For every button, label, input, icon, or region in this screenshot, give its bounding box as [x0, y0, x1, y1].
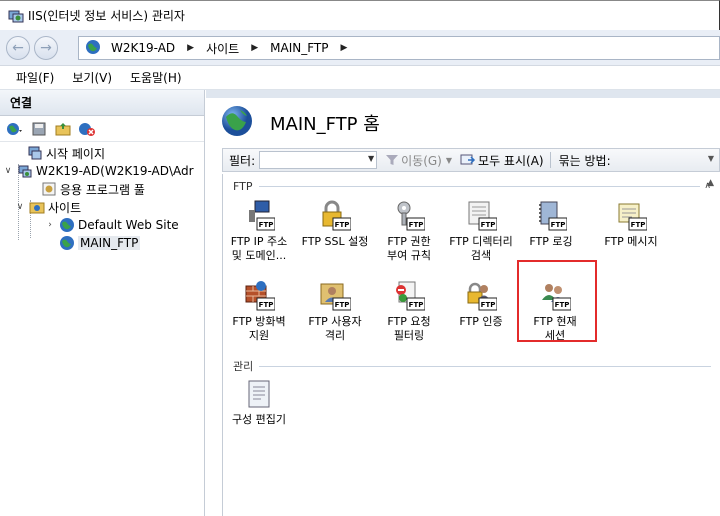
- group-by-label[interactable]: 묶는 방법:: [559, 152, 611, 169]
- connect-button[interactable]: [4, 119, 26, 139]
- ftp-log-icon: FTP: [533, 198, 569, 234]
- svg-text:FTP: FTP: [335, 301, 350, 309]
- features-view: MAIN_FTP 홈 필터: ▼ 이동(G) ▼ 모두 표시(A) 묶는 방법: …: [206, 90, 720, 516]
- breadcrumb[interactable]: W2K19-AD ▶ 사이트 ▶ MAIN_FTP ▶: [78, 36, 720, 60]
- group-header-ftp[interactable]: FTP ∧: [223, 178, 711, 194]
- menu-view[interactable]: 보기(V): [72, 69, 112, 86]
- feature-ftp-user-isolation[interactable]: FTP FTP 사용자 격리: [299, 278, 371, 343]
- save-icon: [32, 122, 46, 135]
- feature-ftp-logging[interactable]: FTP FTP 로깅: [515, 198, 587, 249]
- feature-ftp-authentication[interactable]: FTP FTP 인증: [445, 278, 517, 329]
- svg-text:FTP: FTP: [259, 301, 274, 309]
- page-header: MAIN_FTP 홈: [220, 104, 380, 141]
- show-all-button[interactable]: 모두 표시(A): [460, 152, 544, 169]
- arrow-right-icon: →: [40, 39, 52, 56]
- page-title: MAIN_FTP 홈: [270, 113, 380, 135]
- feature-ftp-ssl[interactable]: FTP FTP SSL 설정: [299, 198, 371, 249]
- globe-icon: [59, 235, 75, 251]
- ftp-ssl-lock-icon: FTP: [317, 198, 353, 234]
- ftp-request-filter-icon: FTP: [391, 278, 427, 314]
- svg-text:FTP: FTP: [481, 301, 496, 309]
- chevron-right-icon: ▶: [340, 43, 348, 53]
- tree-item-sites[interactable]: ∨ 사이트: [0, 198, 204, 216]
- connections-tree: 시작 페이지 ∨ W2K19-AD(W2K19-AD\Adr 응용 프로그램 풀…: [0, 142, 204, 252]
- highlight-box: [517, 260, 597, 342]
- tree-item-app-pools[interactable]: 응용 프로그램 풀: [0, 180, 204, 198]
- ftp-firewall-icon: FTP: [241, 278, 277, 314]
- svg-text:FTP: FTP: [409, 221, 424, 229]
- panel-header-strip: [206, 90, 720, 98]
- window-title: IIS(인터넷 정보 서비스) 관리자: [28, 9, 185, 23]
- menu-file[interactable]: 파일(F): [16, 69, 54, 86]
- chevron-right-icon[interactable]: ›: [44, 220, 56, 230]
- save-button[interactable]: [28, 119, 50, 139]
- folder-up-icon: [55, 122, 71, 135]
- svg-text:FTP: FTP: [335, 221, 350, 229]
- globe-icon: [85, 39, 101, 58]
- menu-help[interactable]: 도움말(H): [130, 69, 182, 86]
- scroll-up-icon[interactable]: ▲: [707, 178, 714, 188]
- features-content: FTP ∧ FTP FTP IP 주소 및 도메인... FTP FTP SSL …: [222, 174, 720, 516]
- feature-ftp-ip[interactable]: FTP FTP IP 주소 및 도메인...: [223, 198, 295, 263]
- svg-text:FTP: FTP: [551, 221, 566, 229]
- ftp-directory-icon: FTP: [463, 198, 499, 234]
- breadcrumb-item-server[interactable]: W2K19-AD ▶: [111, 41, 206, 55]
- tree-item-main-ftp[interactable]: MAIN_FTP: [0, 234, 204, 252]
- feature-ftp-authorization[interactable]: FTP FTP 권한 부여 규칙: [373, 198, 445, 263]
- feature-config-editor[interactable]: 구성 편집기: [223, 376, 295, 427]
- chevron-right-icon: ▶: [187, 43, 195, 53]
- go-button[interactable]: 이동(G) ▼: [385, 152, 452, 169]
- filter-label: 필터:: [229, 153, 256, 168]
- breadcrumb-item-main-ftp[interactable]: MAIN_FTP ▶: [270, 41, 359, 55]
- svg-text:FTP: FTP: [259, 221, 274, 229]
- breadcrumb-item-sites[interactable]: 사이트 ▶: [206, 40, 270, 57]
- connections-header: 연결: [0, 90, 204, 116]
- config-editor-icon: [241, 376, 277, 412]
- start-page-icon: [27, 145, 43, 161]
- feature-ftp-request-filtering[interactable]: FTP FTP 요청 필터링: [373, 278, 445, 343]
- svg-text:FTP: FTP: [631, 221, 646, 229]
- back-button[interactable]: ←: [6, 35, 30, 60]
- tree-item-default-web-site[interactable]: › Default Web Site: [0, 216, 204, 234]
- up-folder-button[interactable]: [52, 119, 74, 139]
- ftp-key-icon: FTP: [391, 198, 427, 234]
- feature-ftp-directory-browsing[interactable]: FTP FTP 디렉터리 검색: [445, 198, 517, 263]
- forward-button[interactable]: →: [34, 35, 58, 60]
- disconnect-icon: [79, 122, 95, 136]
- connections-panel: 연결 시작 페이지 ∨ W2K19-AD(W2K19-AD\Adr 응용 프로그…: [0, 90, 205, 516]
- feature-ftp-firewall[interactable]: FTP FTP 방화벽 지원: [223, 278, 295, 343]
- filter-input[interactable]: ▼: [259, 151, 378, 169]
- iis-app-icon: [8, 8, 24, 24]
- disconnect-button[interactable]: [76, 119, 98, 139]
- show-all-icon: [460, 154, 476, 165]
- filterbar-more-icon[interactable]: ▼: [708, 154, 714, 163]
- ftp-message-icon: FTP: [613, 198, 649, 234]
- feature-ftp-messages[interactable]: FTP FTP 메시지: [595, 198, 667, 249]
- globe-large-icon: [220, 104, 254, 141]
- funnel-icon: [386, 155, 399, 165]
- address-bar: ← → W2K19-AD ▶ 사이트 ▶ MAIN_FTP ▶: [0, 30, 720, 66]
- ftp-user-isolation-icon: FTP: [317, 278, 353, 314]
- dropdown-arrow-icon[interactable]: ▼: [368, 154, 374, 163]
- ftp-auth-icon: FTP: [463, 278, 499, 314]
- app-pool-icon: [41, 181, 57, 197]
- arrow-left-icon: ←: [12, 39, 24, 56]
- svg-text:FTP: FTP: [409, 301, 424, 309]
- ftp-ip-icon: FTP: [241, 198, 277, 234]
- filter-bar: 필터: ▼ 이동(G) ▼ 모두 표시(A) 묶는 방법:: [222, 148, 720, 172]
- expand-toggle-icon[interactable]: ∨: [14, 202, 26, 212]
- svg-text:FTP: FTP: [481, 221, 496, 229]
- server-icon: [17, 163, 33, 179]
- group-header-manage[interactable]: 관리: [223, 358, 711, 374]
- globe-icon: [59, 217, 75, 233]
- connections-toolbar: [0, 116, 204, 142]
- expand-toggle-icon[interactable]: ∨: [2, 166, 14, 176]
- sites-folder-icon: [29, 199, 45, 215]
- title-bar: IIS(인터넷 정보 서비스) 관리자: [0, 0, 720, 30]
- tree-item-server[interactable]: ∨ W2K19-AD(W2K19-AD\Adr: [0, 162, 204, 180]
- menu-bar: 파일(F) 보기(V) 도움말(H): [0, 66, 720, 90]
- connect-globe-icon: [7, 122, 22, 135]
- tree-item-start-page[interactable]: 시작 페이지: [0, 144, 204, 162]
- chevron-right-icon: ▶: [251, 43, 259, 53]
